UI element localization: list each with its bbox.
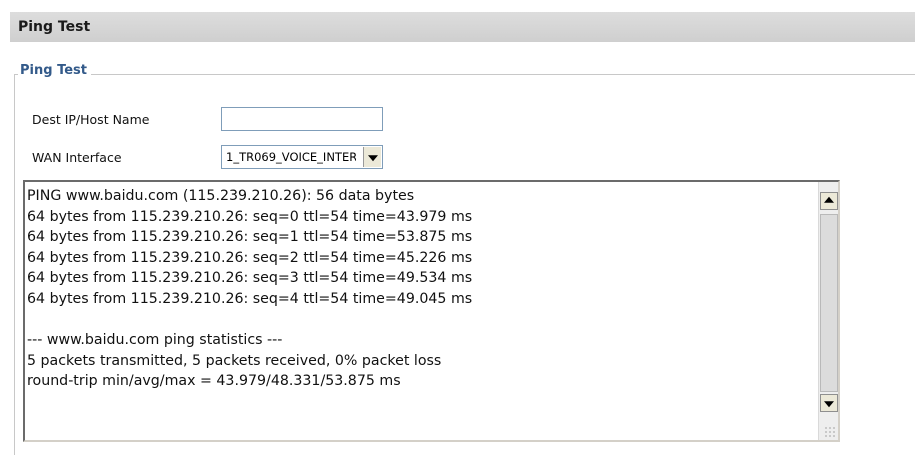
output-line: 5 packets transmitted, 5 packets receive… (27, 352, 442, 369)
dest-host-label: Dest IP/Host Name (32, 112, 150, 127)
output-line: 64 bytes from 115.239.210.26: seq=3 ttl=… (27, 270, 473, 287)
arrow-up-icon[interactable] (820, 192, 838, 210)
dest-host-input[interactable] (221, 107, 383, 131)
output-line: PING www.baidu.com (115.239.210.26): 56 … (27, 188, 415, 204)
output-line: 64 bytes from 115.239.210.26: seq=1 ttl=… (27, 229, 473, 246)
output-line: round-trip min/avg/max = 43.979/48.331/5… (27, 373, 401, 390)
page-header: Ping Test (10, 12, 915, 42)
output-line: 64 bytes from 115.239.210.26: seq=4 ttl=… (27, 290, 473, 307)
ping-output-text: PING www.baidu.com (115.239.210.26): 56 … (27, 186, 817, 392)
ping-output-textarea[interactable]: PING www.baidu.com (115.239.210.26): 56 … (23, 180, 840, 442)
wan-interface-value: 1_TR069_VOICE_INTERNET_R_VID_ (226, 150, 356, 164)
page-title: Ping Test (18, 19, 91, 35)
arrow-down-icon[interactable] (820, 394, 838, 412)
chevron-down-icon[interactable] (363, 147, 381, 167)
wan-interface-label: WAN Interface (32, 150, 122, 165)
wan-interface-select[interactable]: 1_TR069_VOICE_INTERNET_R_VID_ (221, 145, 383, 169)
output-line: --- www.baidu.com ping statistics --- (27, 332, 283, 349)
resize-grip-icon[interactable] (824, 426, 836, 438)
scrollbar-thumb[interactable] (820, 214, 838, 392)
output-line: 64 bytes from 115.239.210.26: seq=0 ttl=… (27, 208, 473, 225)
output-scrollbar[interactable] (818, 182, 838, 440)
fieldset-legend: Ping Test (18, 63, 91, 78)
output-line: 64 bytes from 115.239.210.26: seq=2 ttl=… (27, 249, 473, 266)
